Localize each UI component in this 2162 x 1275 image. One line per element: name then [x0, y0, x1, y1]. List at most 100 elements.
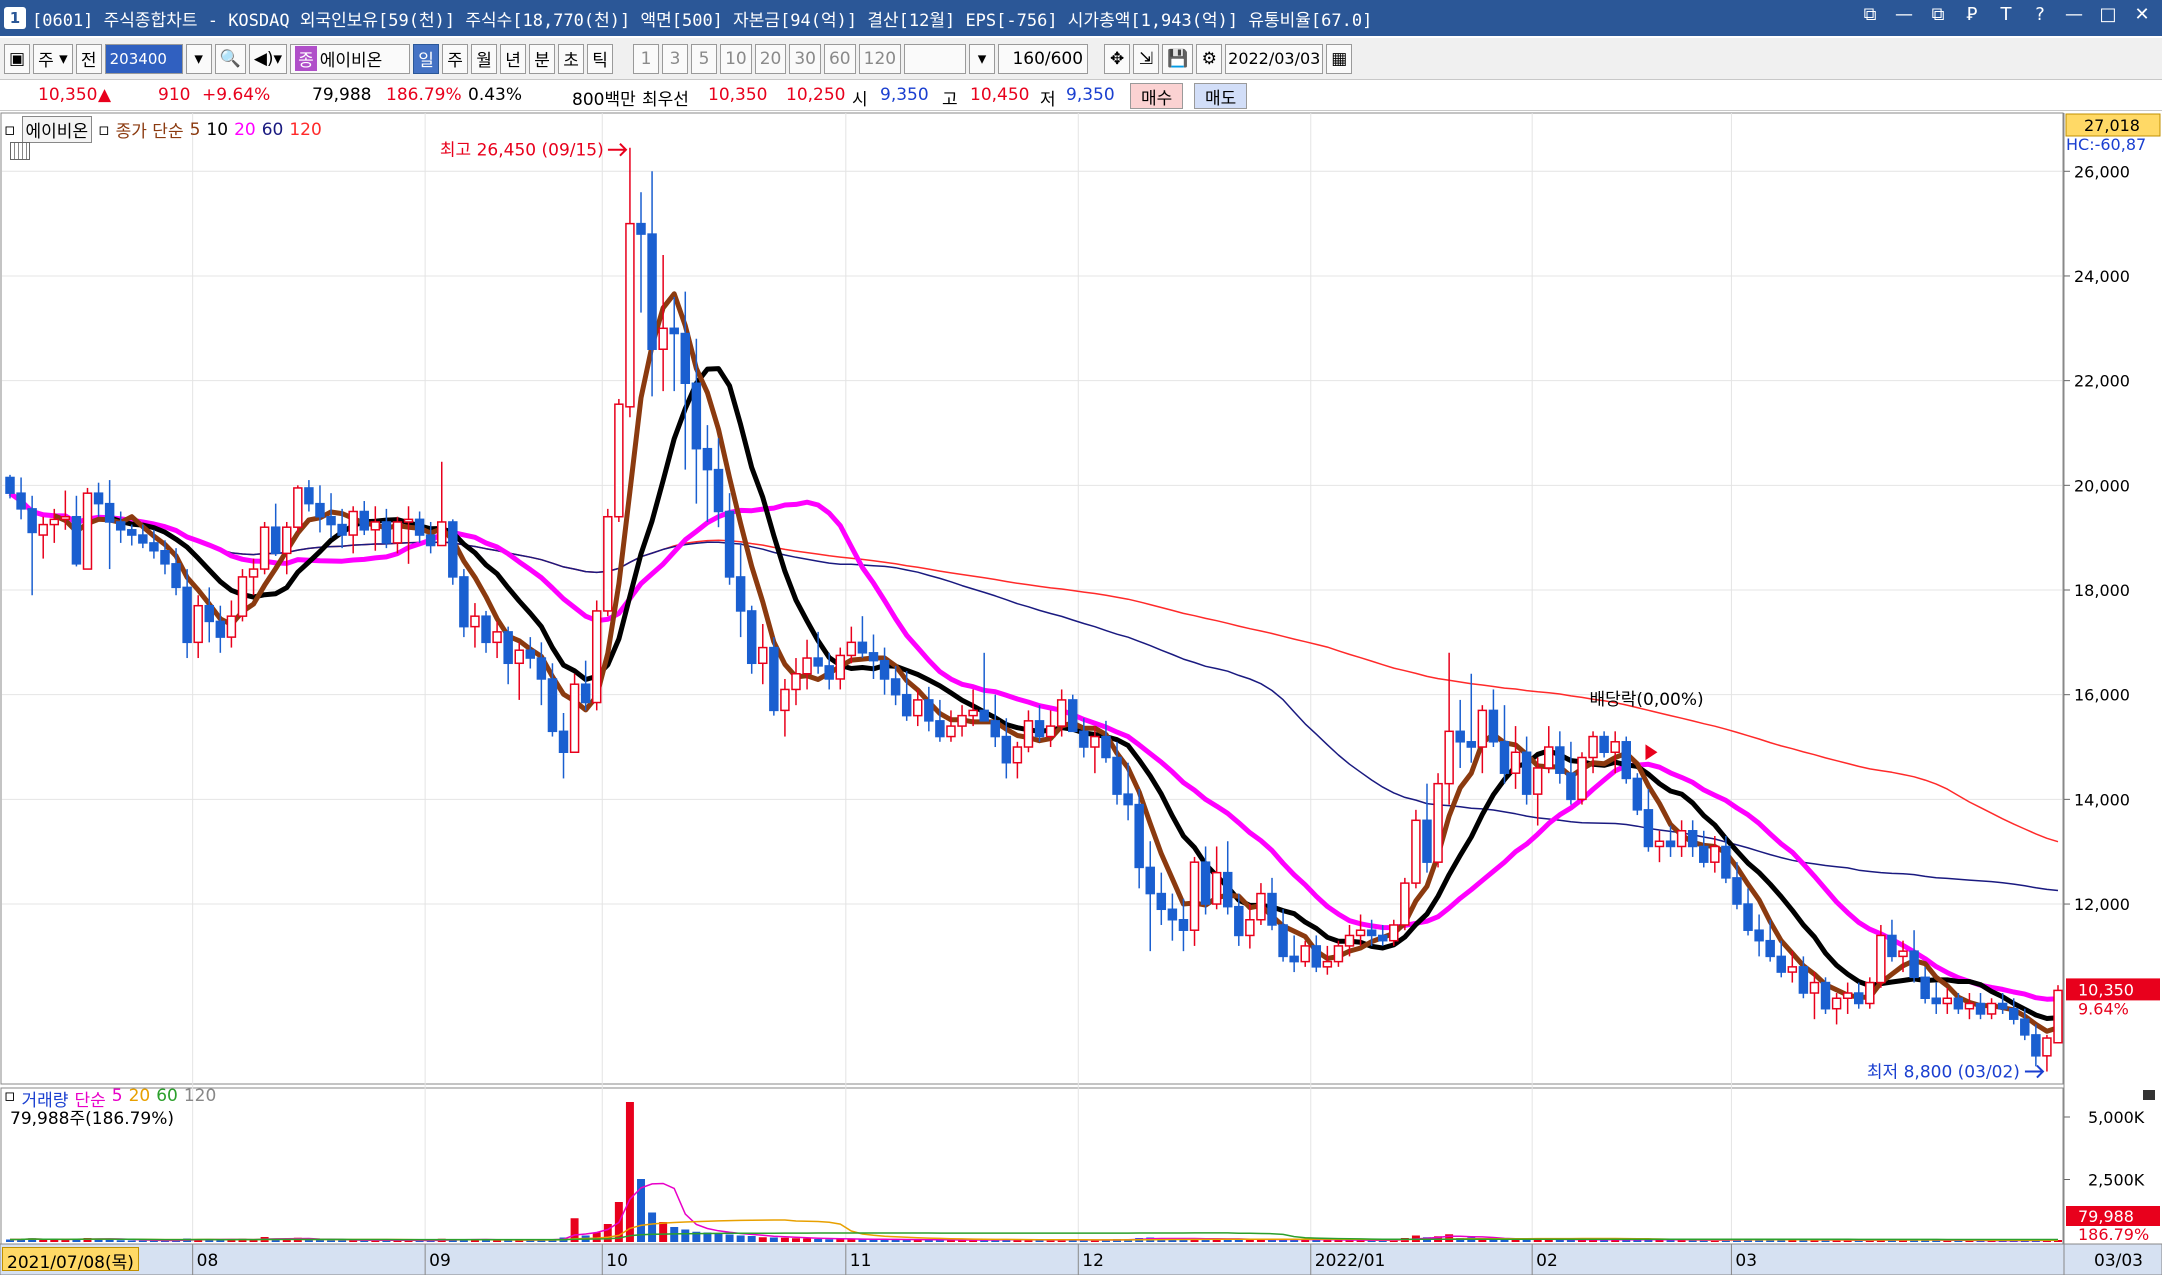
interval-1[interactable]: 1: [633, 43, 660, 74]
market-select[interactable]: 주 ▾: [33, 43, 73, 74]
volume-pct: 186.79%: [386, 85, 462, 105]
date-input[interactable]: 2022/03/03: [1225, 43, 1324, 74]
period-tab-second[interactable]: 초: [558, 43, 585, 74]
scale-icon[interactable]: ⇲: [1133, 43, 1160, 74]
speaker-icon[interactable]: ◀)▾: [248, 43, 288, 74]
candle-body: [1687, 830, 1698, 848]
minimize-button[interactable]: —: [2062, 4, 2086, 25]
candle-body: [293, 487, 303, 528]
period-tab-year[interactable]: 년: [500, 43, 527, 74]
volume-bar: [792, 1238, 800, 1242]
stock-code-input[interactable]: 203400: [104, 43, 183, 74]
candle-body: [315, 502, 325, 518]
candle-body: [71, 515, 82, 565]
candlestick-chart[interactable]: 26,000 24,000 22,000 20,000 18,000 16,000 14,0…: [0, 112, 2162, 1275]
prefix-button[interactable]: 전: [75, 43, 102, 74]
custom-interval-input[interactable]: [904, 43, 967, 74]
low-annotation: 최저 8,800 (03/02): [1867, 1063, 2020, 1083]
sell-button[interactable]: 매도: [1194, 83, 1248, 109]
volume-bar: [338, 1240, 347, 1242]
stock-name-field[interactable]: 종 에이비온: [290, 43, 411, 74]
window-number-badge[interactable]: 1: [4, 7, 26, 29]
pin-icon[interactable]: Ꝑ: [1960, 4, 1984, 25]
volume-bar: [327, 1240, 336, 1242]
candle-body: [127, 529, 137, 536]
custom-interval-dropdown-icon[interactable]: ▾: [969, 43, 996, 74]
candle-body: [1333, 945, 1344, 963]
period-tab-week[interactable]: 주: [442, 43, 469, 74]
candle-body: [1765, 939, 1775, 958]
period-tab-minute[interactable]: 분: [529, 43, 556, 74]
period-tab-day[interactable]: 일: [413, 43, 440, 74]
search-icon[interactable]: 🔍: [214, 43, 246, 74]
layout-icon[interactable]: ▣: [4, 43, 31, 74]
current-price-label: 10,350: [2078, 980, 2134, 999]
interval-3[interactable]: 3: [662, 43, 689, 74]
volume-bar: [758, 1237, 767, 1242]
candle-body: [614, 403, 624, 518]
legend-toggle-icon[interactable]: ▫: [4, 120, 16, 140]
candle-body: [735, 576, 746, 612]
candle-body: [1820, 981, 1831, 1010]
candle-body: [1510, 751, 1521, 774]
restore-icon[interactable]: ⧉: [1858, 4, 1882, 25]
chart-area[interactable]: 26,000 24,000 22,000 20,000 18,000 16,000 14,0…: [0, 112, 2162, 1275]
buy-button[interactable]: 매수: [1130, 83, 1184, 109]
cascade-icon[interactable]: ⧉: [1926, 4, 1950, 25]
candle-body: [1156, 892, 1167, 911]
help-icon[interactable]: ?: [2028, 4, 2052, 25]
minimize-pane-icon[interactable]: —: [1892, 4, 1916, 25]
candle-body: [392, 521, 403, 544]
calendar-icon[interactable]: [10, 142, 30, 160]
window-title: [0601] 주식종합차트 - KOSDAQ 외국인보유[59(천)] 주식수[…: [32, 10, 1373, 31]
maximize-button[interactable]: □: [2096, 4, 2120, 25]
candle-body: [802, 657, 812, 675]
interval-10[interactable]: 10: [720, 43, 752, 74]
interval-60[interactable]: 60: [823, 43, 856, 74]
data-total: /600: [1044, 48, 1084, 69]
hc-label: HC:-60,87: [2066, 135, 2146, 154]
code-dropdown-icon[interactable]: ▾: [185, 43, 212, 74]
candle-body: [1643, 809, 1654, 848]
candle-body: [1289, 955, 1299, 963]
data-count-input[interactable]: 160/600: [998, 43, 1089, 74]
candle-body: [82, 492, 93, 570]
crosshair-icon[interactable]: ✥: [1104, 43, 1131, 74]
candle-body: [1278, 924, 1288, 958]
candle-body: [658, 327, 668, 350]
price-legend: ▫ 에이비온 ▫ 종가 단순 5 10 20 60 120: [4, 116, 322, 143]
legend-stock-name[interactable]: 에이비온: [21, 116, 93, 143]
candle-body: [691, 382, 702, 450]
candle-body: [49, 518, 60, 526]
interval-120[interactable]: 120: [858, 43, 902, 74]
month-label: 03: [1735, 1251, 1757, 1271]
candle-body: [1322, 960, 1333, 968]
interval-5[interactable]: 5: [691, 43, 718, 74]
candle-body: [259, 526, 270, 570]
period-tab-tick[interactable]: 틱: [587, 43, 614, 74]
end-date-label: 03/03: [2094, 1251, 2143, 1271]
price-tick-label: 26,000: [2074, 162, 2130, 181]
legend-toggle-icon[interactable]: ▫: [98, 120, 110, 140]
candle-body: [857, 641, 868, 654]
candle-body: [1809, 981, 1820, 994]
current-price: 10,350: [38, 85, 98, 105]
period-tab-month[interactable]: 월: [471, 43, 498, 74]
save-icon[interactable]: 💾: [1162, 43, 1194, 74]
gear-icon[interactable]: ⚙: [1196, 43, 1223, 74]
candle-body: [1377, 934, 1388, 942]
calendar-button-icon[interactable]: ▦: [1326, 43, 1353, 74]
close-button[interactable]: ✕: [2130, 4, 2154, 25]
interval-20[interactable]: 20: [754, 43, 787, 74]
candle-body: [1300, 945, 1310, 963]
text-icon[interactable]: T: [1994, 4, 2018, 25]
volume-bar: [116, 1240, 125, 1242]
interval-30[interactable]: 30: [789, 43, 821, 74]
candle-body: [724, 510, 735, 578]
legend-ma-60: 60: [261, 119, 284, 140]
candle-body: [1101, 735, 1111, 759]
candle-body: [1721, 845, 1731, 879]
candle-body: [824, 665, 834, 680]
candle-body: [1477, 709, 1488, 748]
candle-body: [370, 521, 381, 531]
